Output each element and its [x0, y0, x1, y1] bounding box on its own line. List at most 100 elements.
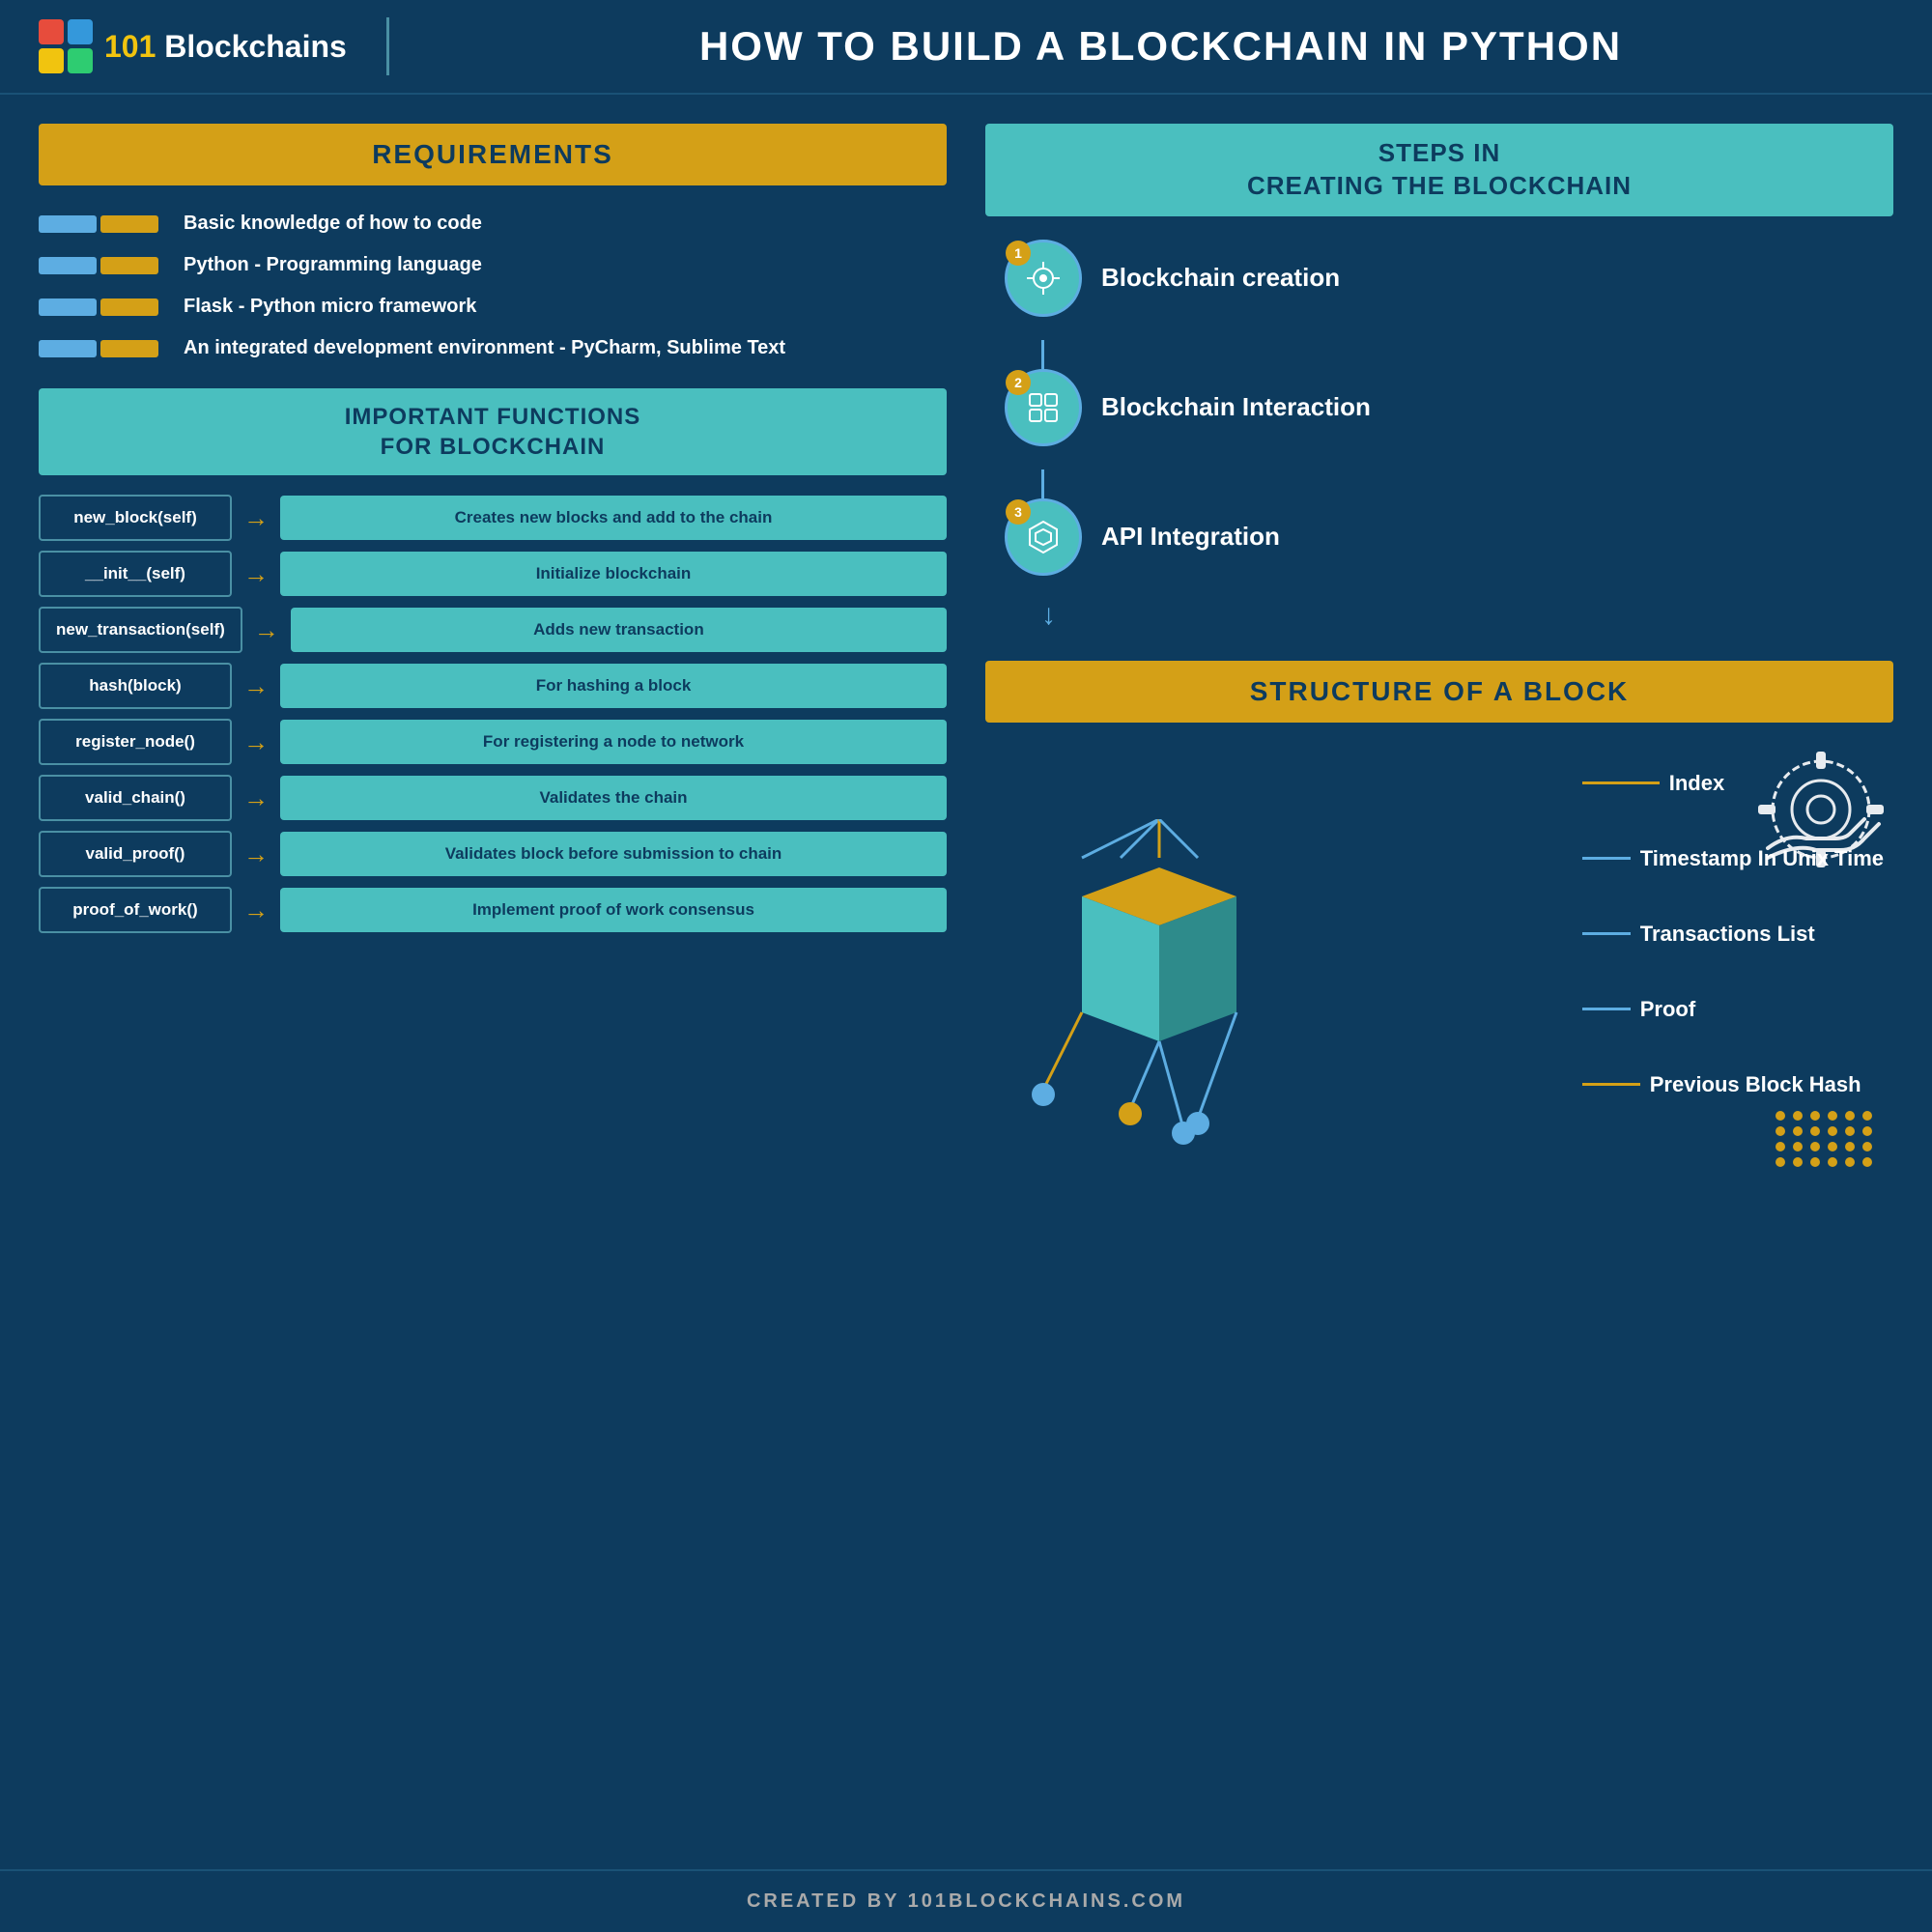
left-column: REQUIREMENTS Basic knowledge of how to c…	[39, 124, 966, 1244]
structure-title-box: STRUCTURE OF A BLOCK	[985, 661, 1893, 723]
req-text-1: Basic knowledge of how to code	[184, 213, 482, 235]
func-desc-0: Creates new blocks and add to the chain	[280, 496, 947, 540]
logo-sq-yellow	[39, 48, 64, 73]
func-desc-5: Validates the chain	[280, 776, 947, 820]
func-row-1: __init__(self) → Initialize blockchain	[39, 551, 947, 597]
header-divider	[386, 17, 389, 75]
req-item-3: Flask - Python micro framework	[39, 296, 947, 318]
func-row-0: new_block(self) → Creates new blocks and…	[39, 495, 947, 541]
step-circle-2: 3	[1005, 498, 1082, 576]
dots-decoration	[1776, 1111, 1874, 1167]
logo-sq-red	[39, 19, 64, 44]
func-name-6: valid_proof()	[39, 831, 232, 877]
main-content: REQUIREMENTS Basic knowledge of how to c…	[0, 95, 1932, 1273]
func-name-3: hash(block)	[39, 663, 232, 709]
right-column: STEPS IN CREATING THE BLOCKCHAIN 1	[966, 124, 1893, 1244]
step-label-0: Blockchain creation	[1101, 263, 1340, 293]
req-item-4: An integrated development environment - …	[39, 337, 947, 359]
func-row-4: register_node() → For registering a node…	[39, 719, 947, 765]
header: 101 Blockchains HOW TO BUILD A BLOCKCHAI…	[0, 0, 1932, 95]
label-index: Index	[1582, 771, 1884, 796]
block-3d-svg	[1005, 819, 1314, 1186]
steps-down-arrow: ↓	[1041, 599, 1893, 632]
step-icon-1	[1022, 386, 1065, 429]
arrow-2: →	[254, 615, 279, 645]
page-title: HOW TO BUILD A BLOCKCHAIN IN PYTHON	[428, 23, 1893, 70]
step-circle-1: 2	[1005, 369, 1082, 446]
step-num-0: 1	[1006, 241, 1031, 266]
step-item-0: 1 Blockchain creation	[985, 240, 1893, 317]
func-desc-7: Implement proof of work consensus	[280, 888, 947, 932]
step-num-2: 3	[1006, 499, 1031, 525]
bar-yellow-1	[100, 215, 158, 233]
functions-section: IMPORTANT FUNCTIONS FOR BLOCKCHAIN new_b…	[39, 388, 947, 933]
func-desc-4: For registering a node to network	[280, 720, 947, 764]
func-name-0: new_block(self)	[39, 495, 232, 541]
step-label-2: API Integration	[1101, 522, 1280, 552]
func-name-7: proof_of_work()	[39, 887, 232, 933]
arrow-6: →	[243, 839, 269, 869]
block-labels: Index Timestamp In Unix Time Transaction…	[1582, 771, 1884, 1097]
func-row-3: hash(block) → For hashing a block	[39, 663, 947, 709]
req-bar-4	[39, 340, 164, 357]
requirements-list: Basic knowledge of how to code Python - …	[39, 213, 947, 359]
functions-title: IMPORTANT FUNCTIONS FOR BLOCKCHAIN	[62, 402, 923, 462]
step-connector-1	[1041, 469, 1044, 498]
func-name-5: valid_chain()	[39, 775, 232, 821]
bar-cyan-3	[39, 298, 97, 316]
step-icon-2	[1022, 516, 1065, 558]
func-desc-6: Validates block before submission to cha…	[280, 832, 947, 876]
logo-sq-green	[68, 48, 93, 73]
functions-list: new_block(self) → Creates new blocks and…	[39, 495, 947, 933]
steps-list: 1 Blockchain creation	[985, 240, 1893, 632]
label-timestamp: Timestamp In Unix Time	[1582, 846, 1884, 871]
footer-text: CREATED BY 101BLOCKCHAINS.COM	[747, 1890, 1185, 1912]
label-index-text: Index	[1669, 771, 1724, 796]
step-item-2: 3 API Integration	[985, 498, 1893, 576]
func-row-2: new_transaction(self) → Adds new transac…	[39, 607, 947, 653]
req-bar-2	[39, 257, 164, 274]
block-diagram: Index Timestamp In Unix Time Transaction…	[985, 742, 1893, 1244]
structure-title: STRUCTURE OF A BLOCK	[1009, 676, 1870, 707]
steps-section: STEPS IN CREATING THE BLOCKCHAIN 1	[985, 124, 1893, 632]
arrow-3: →	[243, 671, 269, 701]
func-desc-3: For hashing a block	[280, 664, 947, 708]
req-text-2: Python - Programming language	[184, 254, 482, 276]
step-circle-0: 1	[1005, 240, 1082, 317]
label-proof-text: Proof	[1640, 997, 1695, 1022]
footer: CREATED BY 101BLOCKCHAINS.COM	[0, 1869, 1932, 1932]
req-bar-1	[39, 215, 164, 233]
bar-cyan-2	[39, 257, 97, 274]
step-item-1: 2 Blockchain Interaction	[985, 369, 1893, 446]
func-desc-1: Initialize blockchain	[280, 552, 947, 596]
arrow-7: →	[243, 895, 269, 925]
bar-cyan-1	[39, 215, 97, 233]
func-name-2: new_transaction(self)	[39, 607, 242, 653]
bar-cyan-4	[39, 340, 97, 357]
func-name-4: register_node()	[39, 719, 232, 765]
logo-squares	[39, 19, 93, 73]
bar-yellow-3	[100, 298, 158, 316]
req-item-2: Python - Programming language	[39, 254, 947, 276]
arrow-4: →	[243, 727, 269, 757]
logo-text: 101 Blockchains	[104, 29, 347, 65]
req-bar-3	[39, 298, 164, 316]
requirements-title: REQUIREMENTS	[62, 139, 923, 170]
functions-title-box: IMPORTANT FUNCTIONS FOR BLOCKCHAIN	[39, 388, 947, 475]
step-icon-0	[1022, 257, 1065, 299]
label-transactions-text: Transactions List	[1640, 922, 1815, 947]
bar-yellow-2	[100, 257, 158, 274]
func-desc-2: Adds new transaction	[291, 608, 947, 652]
structure-section: STRUCTURE OF A BLOCK	[985, 661, 1893, 1244]
bar-yellow-4	[100, 340, 158, 357]
func-row-7: proof_of_work() → Implement proof of wor…	[39, 887, 947, 933]
func-row-6: valid_proof() → Validates block before s…	[39, 831, 947, 877]
req-text-4: An integrated development environment - …	[184, 337, 785, 359]
step-label-1: Blockchain Interaction	[1101, 392, 1371, 422]
logo-text-part2: Blockchains	[164, 29, 347, 64]
arrow-1: →	[243, 559, 269, 589]
logo-area: 101 Blockchains	[39, 19, 348, 73]
label-prevhash: Previous Block Hash	[1582, 1072, 1884, 1097]
req-item-1: Basic knowledge of how to code	[39, 213, 947, 235]
func-row-5: valid_chain() → Validates the chain	[39, 775, 947, 821]
